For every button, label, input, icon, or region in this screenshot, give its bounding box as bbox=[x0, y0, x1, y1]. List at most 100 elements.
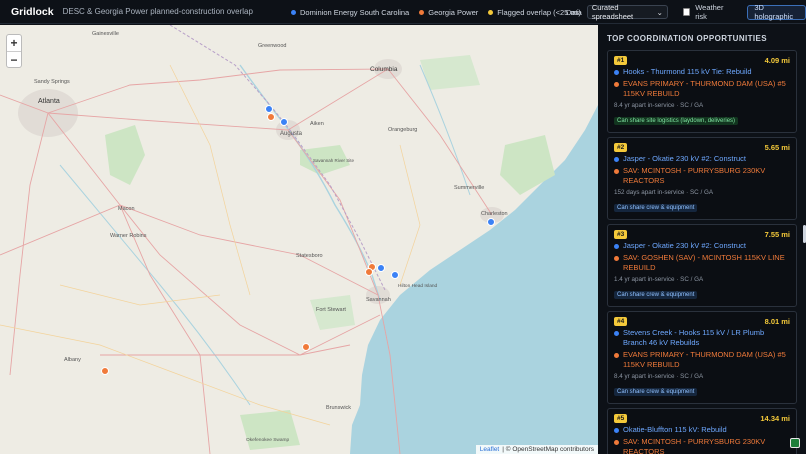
card-meta: 1.4 yr apart in-service · SC / GA bbox=[614, 276, 704, 283]
opportunity-tag: Can share crew & equipment bbox=[614, 291, 698, 299]
rank-badge: #5 bbox=[614, 414, 628, 423]
data-label: Data bbox=[566, 7, 582, 17]
coordination-panel[interactable]: TOP COORDINATION OPPORTUNITIES #1 4.09 mi… bbox=[599, 25, 806, 454]
desc-project-marker[interactable] bbox=[265, 105, 273, 113]
opportunity-tag: Can share crew & equipment bbox=[614, 388, 698, 396]
extension-icon[interactable] bbox=[790, 438, 800, 448]
map-label: Greenwood bbox=[258, 43, 286, 49]
leaflet-link[interactable]: Leaflet bbox=[480, 446, 500, 453]
gp-project: SAV: MCINTOSH - PURRYSBURG 230KV REACTOR… bbox=[623, 166, 766, 185]
gp-project-marker[interactable] bbox=[267, 113, 275, 121]
map-label: Orangeburg bbox=[388, 127, 417, 133]
desc-project-marker[interactable] bbox=[280, 118, 288, 126]
orange-dot-icon bbox=[419, 9, 425, 15]
map-label: Sandy Springs bbox=[34, 79, 70, 85]
yellow-dot-icon bbox=[488, 9, 494, 15]
distance: 7.55 mi bbox=[764, 230, 790, 239]
opportunity-card[interactable]: #4 8.01 mi Stevens Creek - Hooks 115 kV /… bbox=[607, 311, 797, 404]
desc-project-marker[interactable] bbox=[487, 218, 495, 226]
distance: 5.65 mi bbox=[764, 143, 790, 152]
controls: Data Curated spreadsheet ⌄ Weather risk 3… bbox=[566, 3, 806, 21]
map-label: Augusta bbox=[280, 131, 303, 137]
distance: 14.34 mi bbox=[760, 414, 790, 423]
gp-project: SAV: MCINTOSH - PURRYSBURG 230KV REACTOR… bbox=[623, 437, 766, 454]
map-label: Macon bbox=[118, 206, 135, 212]
rank-badge: #4 bbox=[614, 317, 628, 326]
desc-project: Okatie-Bluffton 115 kV: Rebuild bbox=[623, 425, 727, 434]
card-meta: 152 days apart in-service · SC / GA bbox=[614, 189, 714, 196]
rank-badge: #1 bbox=[614, 56, 628, 65]
map-label: Savannah River Site bbox=[313, 158, 355, 163]
blue-dot-icon bbox=[291, 9, 296, 15]
gp-project: EVANS PRIMARY - THURMOND DAM (USA) #5 11… bbox=[623, 79, 786, 98]
map-label: Columbia bbox=[370, 66, 398, 73]
orange-dot-icon bbox=[614, 255, 619, 261]
desc-project: Jasper - Okatie 230 kV #2: Construct bbox=[623, 241, 746, 250]
app-brand: Gridlock bbox=[11, 5, 54, 18]
map-label: Hilton Head Island bbox=[398, 283, 438, 289]
map-label: Okefenokee Swamp bbox=[246, 437, 290, 443]
blue-dot-icon bbox=[614, 243, 619, 249]
legend-item-georgia-power: Georgia Power bbox=[419, 8, 478, 17]
distance: 4.09 mi bbox=[764, 56, 790, 65]
map-canvas[interactable]: Gainesville Greenwood Columbia Sandy Spr… bbox=[0, 25, 598, 454]
desc-project-marker[interactable] bbox=[391, 271, 399, 279]
orange-dot-icon bbox=[614, 352, 619, 358]
map-label: Brunswick bbox=[326, 405, 351, 411]
map-label: Summerville bbox=[454, 185, 484, 191]
map-label: Statesboro bbox=[296, 253, 323, 259]
zoom-in-button[interactable]: + bbox=[7, 35, 21, 51]
legend: Dominion Energy South Carolina Georgia P… bbox=[291, 0, 581, 24]
opportunity-card[interactable]: #1 4.09 mi Hooks - Thurmond 115 kV Tie: R… bbox=[607, 50, 797, 133]
rank-badge: #2 bbox=[614, 143, 628, 152]
data-source-select[interactable]: Curated spreadsheet ⌄ bbox=[586, 3, 668, 21]
holographic-button[interactable]: 3D holographic bbox=[747, 3, 806, 21]
weather-risk-label: Weather risk bbox=[695, 3, 724, 21]
gp-project-marker[interactable] bbox=[101, 367, 109, 375]
gp-project-marker[interactable] bbox=[365, 268, 373, 276]
forest-area bbox=[240, 410, 300, 450]
zoom-control: + − bbox=[6, 34, 22, 68]
chevron-down-icon: ⌄ bbox=[656, 7, 663, 17]
orange-dot-icon bbox=[614, 168, 619, 174]
forest-area bbox=[420, 55, 480, 90]
gp-project: EVANS PRIMARY - THURMOND DAM (USA) #5 11… bbox=[623, 350, 786, 369]
card-meta: 8.4 yr apart in-service · SC / GA bbox=[614, 373, 704, 380]
panel-title: TOP COORDINATION OPPORTUNITIES bbox=[607, 34, 768, 43]
desc-project: Jasper - Okatie 230 kV #2: Construct bbox=[623, 154, 746, 163]
map[interactable]: Gainesville Greenwood Columbia Sandy Spr… bbox=[0, 25, 598, 454]
map-label: Savannah bbox=[366, 297, 391, 303]
desc-project-marker[interactable] bbox=[377, 264, 385, 272]
map-label: Fort Stewart bbox=[316, 307, 346, 313]
map-label: Atlanta bbox=[38, 98, 60, 105]
zoom-out-button[interactable]: − bbox=[7, 51, 21, 67]
map-label: Gainesville bbox=[92, 31, 119, 37]
gp-project: SAV: GOSHEN (SAV) - MCINTOSH 115KV LINE … bbox=[623, 253, 785, 272]
blue-dot-icon bbox=[614, 427, 619, 433]
map-attribution: Leaflet | © OpenStreetMap contributors bbox=[475, 445, 598, 454]
map-label: Albany bbox=[64, 357, 81, 363]
opportunity-card[interactable]: #2 5.65 mi Jasper - Okatie 230 kV #2: Con… bbox=[607, 137, 797, 220]
map-label: Charleston bbox=[481, 211, 508, 217]
osm-attribution: | © OpenStreetMap contributors bbox=[502, 446, 594, 453]
blue-dot-icon bbox=[614, 330, 619, 336]
desc-project: Stevens Creek - Hooks 115 kV / LR Plumb … bbox=[623, 328, 765, 347]
orange-dot-icon bbox=[614, 81, 619, 87]
app-subtitle: DESC & Georgia Power planned-constructio… bbox=[62, 7, 253, 16]
distance: 8.01 mi bbox=[764, 317, 790, 326]
rank-badge: #3 bbox=[614, 230, 628, 239]
map-label: Aiken bbox=[310, 121, 324, 127]
desc-project: Hooks - Thurmond 115 kV Tie: Rebuild bbox=[623, 67, 752, 76]
orange-dot-icon bbox=[614, 439, 619, 445]
opportunity-tag: Can share site logistics (laydown, deliv… bbox=[614, 117, 739, 125]
opportunity-card[interactable]: #3 7.55 mi Jasper - Okatie 230 kV #2: Con… bbox=[607, 224, 797, 307]
opportunity-card[interactable]: #5 14.34 mi Okatie-Bluffton 115 kV: Rebui… bbox=[607, 408, 797, 454]
gp-project-marker[interactable] bbox=[302, 343, 310, 351]
weather-risk-checkbox[interactable] bbox=[682, 8, 691, 16]
legend-item-desc: Dominion Energy South Carolina bbox=[291, 8, 409, 17]
card-meta: 8.4 yr apart in-service · SC / GA bbox=[614, 102, 704, 109]
opportunity-tag: Can share crew & equipment bbox=[614, 204, 698, 212]
blue-dot-icon bbox=[614, 69, 619, 75]
map-label: Warner Robins bbox=[110, 233, 147, 239]
blue-dot-icon bbox=[614, 156, 619, 162]
